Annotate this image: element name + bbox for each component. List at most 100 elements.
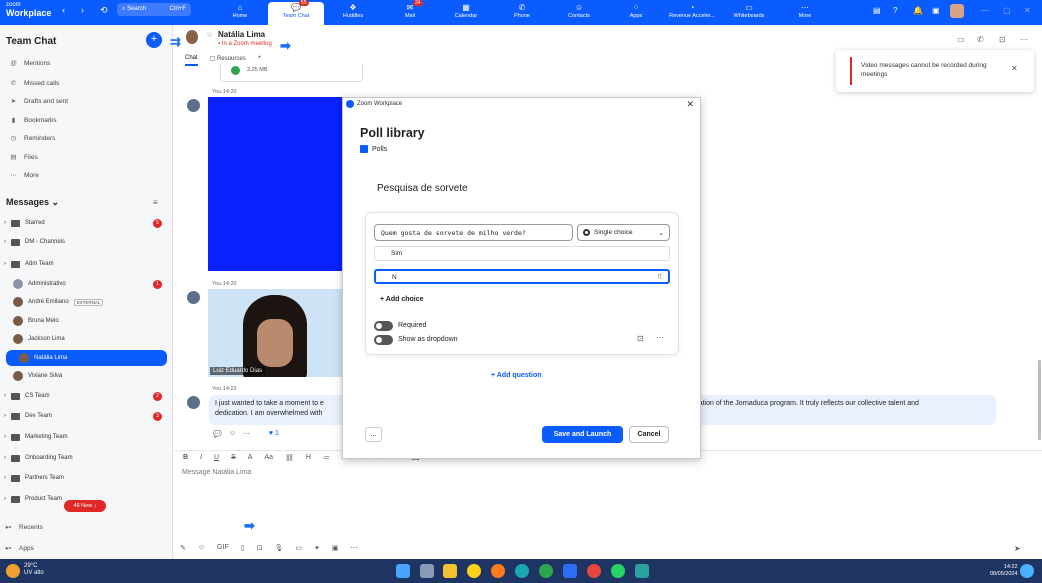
more-icon[interactable]: ⋯ xyxy=(243,430,250,438)
sidebar-item-bookmarks[interactable]: ▮ Bookmarks xyxy=(9,116,57,125)
app-icon[interactable] xyxy=(467,564,481,578)
phone-call-icon[interactable]: ✆ xyxy=(977,35,984,44)
nav-huddles[interactable]: ❖ Huddles xyxy=(325,2,381,24)
bell-icon[interactable]: 🔔 xyxy=(913,6,923,15)
task-view-icon[interactable] xyxy=(420,564,434,578)
message-list-item[interactable]: › DM - Channels xyxy=(0,234,173,250)
nav-calendar[interactable]: ▦ Calendar xyxy=(438,2,494,24)
cancel-button[interactable]: Cancel xyxy=(629,426,669,443)
message-list-item[interactable]: Bruna Melo xyxy=(0,313,173,329)
message-list-item[interactable]: Administrativo 1 xyxy=(0,276,173,292)
sidebar-item-reminders[interactable]: ◷ Reminders xyxy=(9,134,56,143)
file-icon[interactable]: ▯ xyxy=(241,544,245,552)
emoji-icon[interactable]: ☺ xyxy=(229,430,236,438)
avatar[interactable] xyxy=(950,4,964,18)
firefox-icon[interactable] xyxy=(491,564,505,578)
font-color-icon[interactable]: A xyxy=(248,454,253,462)
required-toggle[interactable] xyxy=(374,321,393,331)
layout-icon[interactable]: ▤ xyxy=(873,6,881,15)
image-icon[interactable]: ⊡ xyxy=(637,334,644,343)
nav-apps[interactable]: ⁘ Apps xyxy=(608,2,664,24)
nav-phone[interactable]: ✆ Phone xyxy=(494,2,550,24)
new-chat-button[interactable]: + xyxy=(146,32,162,48)
strike-icon[interactable]: S xyxy=(231,454,236,462)
nav-more[interactable]: ⋯ More xyxy=(777,2,833,24)
video-call-icon[interactable]: ▭ xyxy=(957,35,965,44)
sidebar-item-mentions[interactable]: @ Mentions xyxy=(9,60,50,67)
message-list-item[interactable]: Jackson Lima xyxy=(0,331,173,347)
nav-team-chat[interactable]: 💬 Team Chat 55 xyxy=(268,0,324,25)
new-messages-pill[interactable]: 46 New ↓ xyxy=(64,500,106,512)
back-icon[interactable]: ‹ xyxy=(62,5,65,15)
clock[interactable]: 14:22 08/05/2024 xyxy=(990,564,1018,578)
maximize-icon[interactable]: ▢ xyxy=(1003,6,1011,15)
close-icon[interactable]: ✕ xyxy=(686,99,694,110)
save-and-launch-button[interactable]: Save and Launch xyxy=(542,426,623,443)
video-message-icon[interactable]: ▭ xyxy=(295,544,302,552)
underline-icon[interactable]: U xyxy=(214,454,219,462)
filter-icon[interactable]: ≡ xyxy=(153,198,158,207)
nav-home[interactable]: ⌂ Home xyxy=(212,2,268,24)
forward-icon[interactable]: › xyxy=(81,5,84,15)
file-explorer-icon[interactable] xyxy=(443,564,457,578)
sidebar-item-missed-calls[interactable]: ✆ Missed calls xyxy=(9,79,60,88)
dropdown-toggle[interactable] xyxy=(374,335,393,345)
message-list-item[interactable]: Viviane Silva xyxy=(0,368,173,384)
font-size-icon[interactable]: Aa xyxy=(264,454,273,462)
zoom-taskbar-icon[interactable] xyxy=(563,564,577,578)
sidebar-item-files[interactable]: ▤ Files xyxy=(9,153,37,162)
choice-input[interactable]: Sim xyxy=(374,246,670,261)
message-list-item[interactable]: › Partners Team xyxy=(0,470,173,486)
choice-input-active[interactable]: N ⠿ xyxy=(374,269,670,284)
message-list-item[interactable]: › Adm Team xyxy=(0,256,173,272)
send-icon[interactable]: ➤ xyxy=(1014,544,1021,553)
more-button[interactable]: ... xyxy=(365,427,382,442)
message-list-item[interactable]: › Onboarding Team xyxy=(0,450,173,466)
message-list-item[interactable]: › CS Team 2 xyxy=(0,388,173,404)
message-list-item[interactable]: › Starred 5 xyxy=(0,215,173,231)
reaction[interactable]: ♥ 1 xyxy=(269,430,279,438)
weather-widget[interactable]: 29°C UV alto xyxy=(24,563,44,577)
chat-title[interactable]: Natália Lima xyxy=(218,30,265,39)
add-question-button[interactable]: + Add question xyxy=(491,372,542,379)
nav-mail[interactable]: ✉ Mail 24 xyxy=(382,0,438,24)
minimize-icon[interactable]: — xyxy=(981,6,989,15)
more-options-icon[interactable]: ⋯ xyxy=(1020,35,1028,44)
format-icon[interactable]: ✎ xyxy=(180,544,186,552)
emoji-icon[interactable]: ☺ xyxy=(198,544,205,552)
app-icon[interactable] xyxy=(539,564,553,578)
windows-start-icon[interactable] xyxy=(396,564,410,578)
message-list-item[interactable]: Natália Lima xyxy=(6,350,167,366)
drag-handle-icon[interactable]: ⠿ xyxy=(657,273,662,281)
video-message[interactable]: Luiz Eduardo Dias xyxy=(208,289,343,377)
message-input[interactable]: Message Natália Lima xyxy=(182,469,251,476)
star-icon[interactable]: ☆ xyxy=(206,30,213,39)
copilot-icon[interactable] xyxy=(1020,564,1034,578)
close-icon[interactable]: ✕ xyxy=(1011,64,1018,73)
search-input[interactable]: ⌕ Search Ctrl+F xyxy=(117,3,191,16)
screen-share-icon[interactable]: ⊡ xyxy=(999,35,1006,44)
gif-icon[interactable]: GIF xyxy=(217,544,229,552)
more-icon[interactable]: ⋯ xyxy=(350,544,357,552)
whatsapp-icon[interactable] xyxy=(611,564,625,578)
sidebar-apps[interactable]: ▸▪ Apps xyxy=(4,544,34,553)
window-icon[interactable]: ▣ xyxy=(932,6,940,15)
image-message[interactable] xyxy=(208,97,343,271)
history-icon[interactable]: ⟲ xyxy=(100,5,108,16)
file-attachment[interactable]: 2.25 MB xyxy=(220,64,363,82)
nav-contacts[interactable]: ☺ Contacts xyxy=(551,2,607,24)
polls-tag[interactable]: Polls xyxy=(360,145,387,153)
heading-icon[interactable]: H xyxy=(306,454,311,462)
messages-header[interactable]: Messages ⌄ xyxy=(6,197,59,208)
mic-icon[interactable]: 🎙 xyxy=(274,544,283,552)
message-list-item[interactable]: › Marketing Team xyxy=(0,429,173,445)
bold-icon[interactable]: B xyxy=(183,454,188,462)
message-list-item[interactable]: › Dev Team 3 xyxy=(0,408,173,424)
scrollbar[interactable] xyxy=(1038,360,1041,440)
more-icon[interactable]: ⋯ xyxy=(656,333,664,342)
link-icon[interactable]: ⛓ xyxy=(285,454,294,462)
screenshot-icon[interactable]: ⊡ xyxy=(257,544,263,552)
add-choice-button[interactable]: + Add choice xyxy=(380,296,424,303)
poll-name[interactable]: Pesquisa de sorvete xyxy=(377,183,468,194)
sidebar-item-more[interactable]: ⋯ More xyxy=(9,171,39,180)
